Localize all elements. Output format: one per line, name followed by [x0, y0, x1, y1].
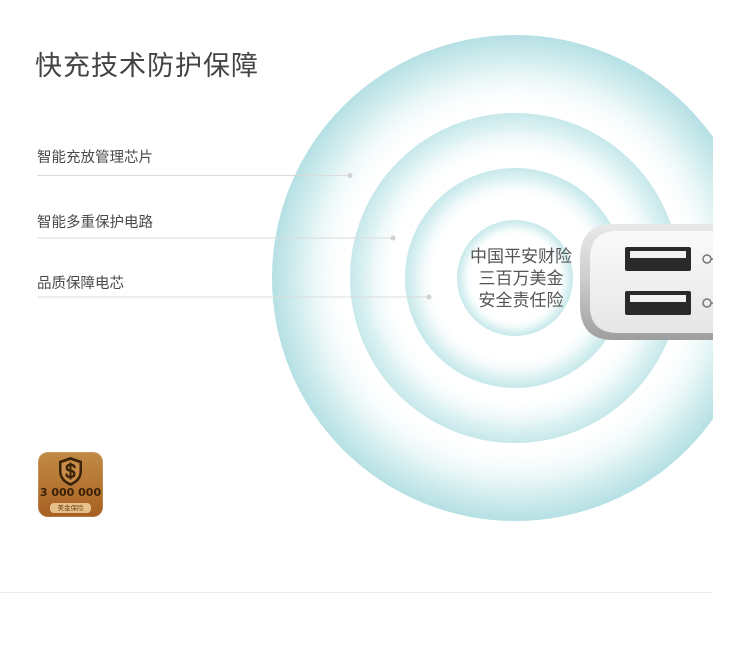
- insurance-badge: 3 000 000 美金保险: [38, 452, 103, 517]
- feature-battery-cell: 品质保障电芯: [37, 276, 124, 292]
- badge-sub-label: 美金保险: [50, 503, 91, 513]
- badge-amount: 3 000 000: [39, 486, 102, 499]
- power-bank-image: [580, 224, 713, 340]
- usb-port-1: [625, 247, 691, 271]
- leader-dot-3: [426, 294, 432, 300]
- usb-port-2: [625, 291, 691, 315]
- insurance-line-3: 安全责任险: [478, 291, 564, 311]
- bottom-divider: [0, 592, 713, 593]
- leader-dot-1: [347, 173, 353, 178]
- insurance-line-1: 中国平安财险: [470, 247, 572, 267]
- feature-section: 快充技术防护保障 智能充放管理芯片 智能多重保护电路 品质保障电芯 中国平安财险…: [0, 0, 750, 652]
- leader-dot-2: [390, 235, 396, 241]
- dollar-shield-icon: [59, 457, 82, 486]
- insurance-text: 中国平安财险 三百万美金 安全责任险: [452, 246, 590, 312]
- feature-charge-chip: 智能充放管理芯片: [37, 150, 153, 166]
- rings-illustration: [37, 35, 713, 521]
- feature-protection-circuit: 智能多重保护电路: [37, 215, 153, 231]
- insurance-line-2: 三百万美金: [478, 269, 564, 289]
